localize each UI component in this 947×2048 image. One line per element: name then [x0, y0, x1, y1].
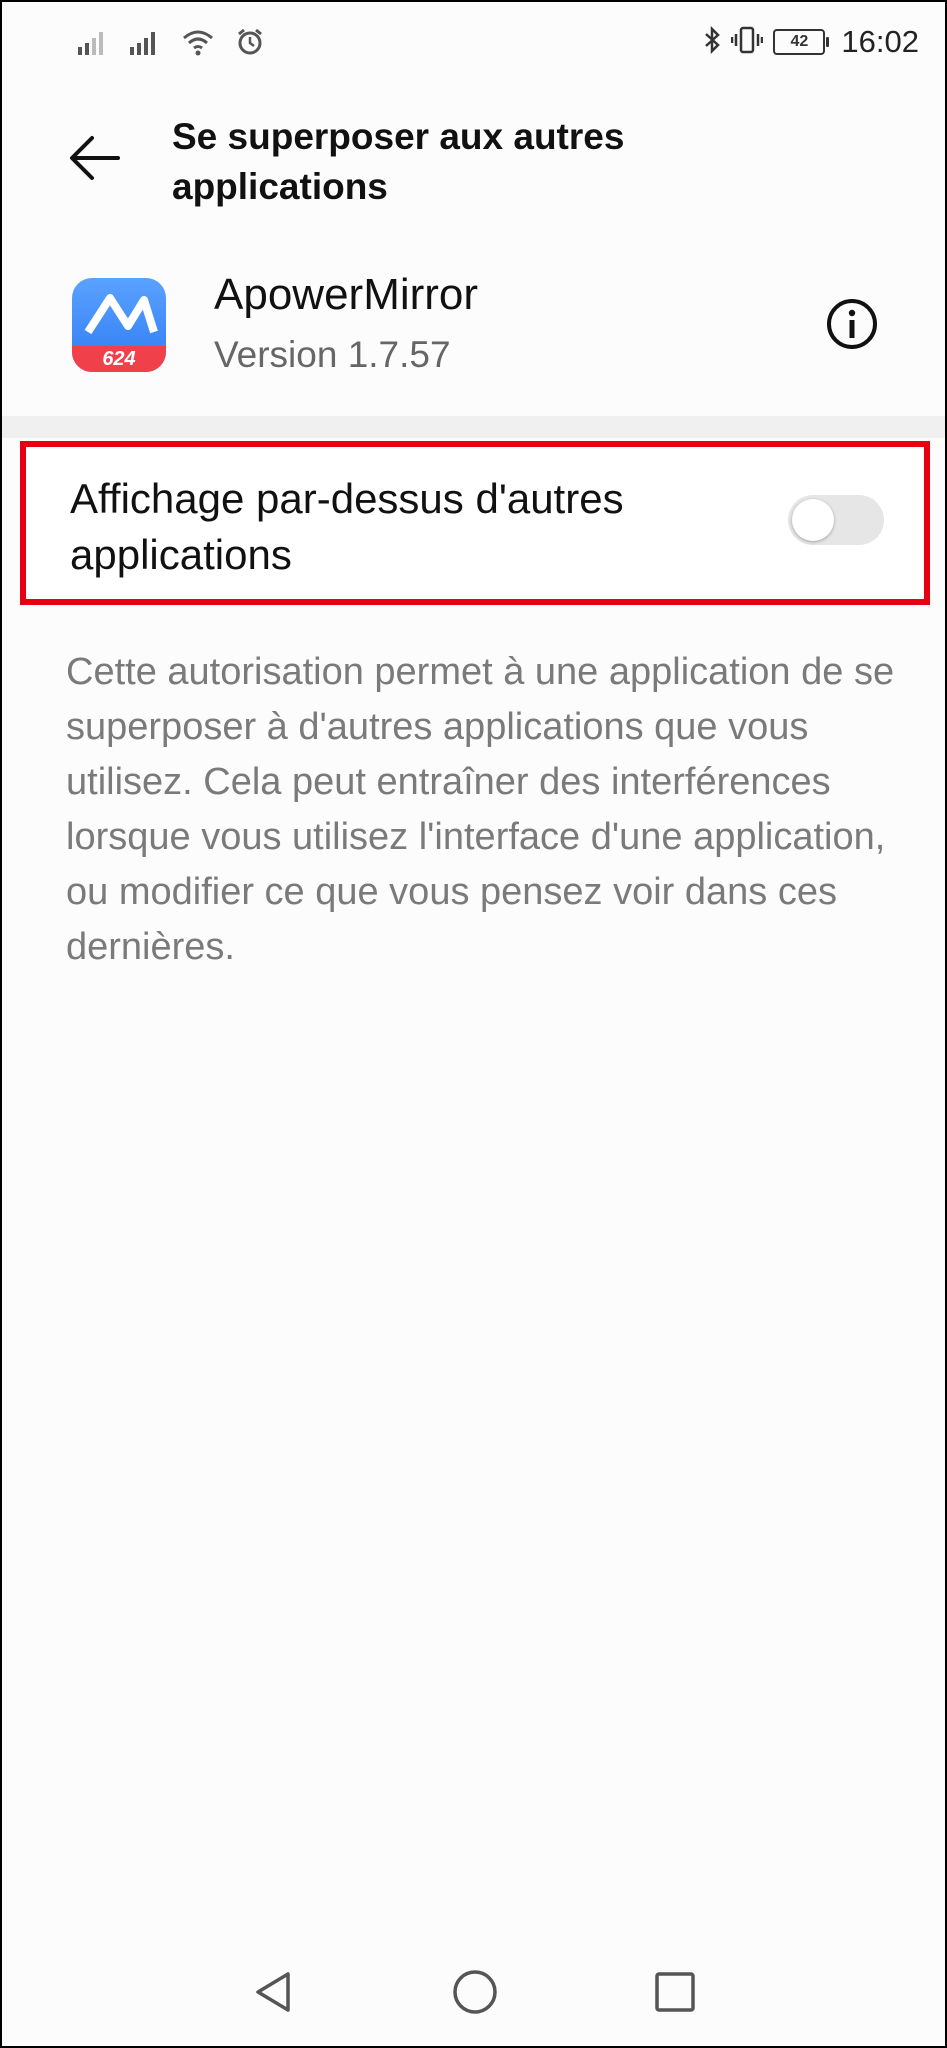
section-divider: [2, 416, 945, 438]
app-version: Version 1.7.57: [214, 334, 451, 375]
wifi-icon: [182, 28, 214, 61]
phone-screen: 42 16:02 Se superposer aux autres applic…: [0, 0, 947, 2048]
status-bar-left: [78, 28, 264, 61]
overlay-permission-toggle[interactable]: [788, 495, 884, 545]
back-triangle-icon: [256, 1972, 290, 2012]
apowermirror-logo-icon: [84, 294, 158, 335]
toggle-knob: [792, 499, 834, 541]
vibrate-icon: [731, 26, 764, 59]
status-time: 16:02: [841, 24, 919, 59]
info-icon[interactable]: [825, 297, 879, 351]
page-title: Se superposer aux autres applications: [172, 116, 625, 207]
bluetooth-icon: [703, 25, 721, 59]
app-icon-badge-text: 624: [102, 348, 136, 370]
nav-recents-button[interactable]: [645, 1962, 705, 2022]
permission-description: Cette autorisation permet à une applicat…: [66, 651, 895, 968]
nav-back-button[interactable]: [244, 1962, 304, 2022]
back-button[interactable]: [68, 130, 124, 186]
home-circle-icon: [453, 1970, 497, 2014]
recents-square-icon: [655, 1972, 695, 2012]
signal-icon: [130, 29, 160, 60]
status-bar-right: 42 16:02: [703, 24, 919, 60]
overlay-permission-label: Affichage par-dessus d'autres applicatio…: [70, 475, 624, 578]
app-name: ApowerMirror: [214, 270, 479, 319]
status-bar: 42 16:02: [2, 2, 945, 86]
alarm-icon: [236, 28, 264, 61]
navigation-bar: [2, 1962, 945, 2032]
nav-home-button[interactable]: [445, 1962, 505, 2022]
app-icon: 624: [72, 278, 166, 372]
signal-icon: [78, 29, 108, 60]
app-icon-badge: 624: [72, 346, 166, 372]
overlay-permission-row[interactable]: Affichage par-dessus d'autres applicatio…: [20, 441, 930, 605]
arrow-left-icon: [70, 136, 120, 180]
battery-icon: 42: [773, 29, 830, 55]
